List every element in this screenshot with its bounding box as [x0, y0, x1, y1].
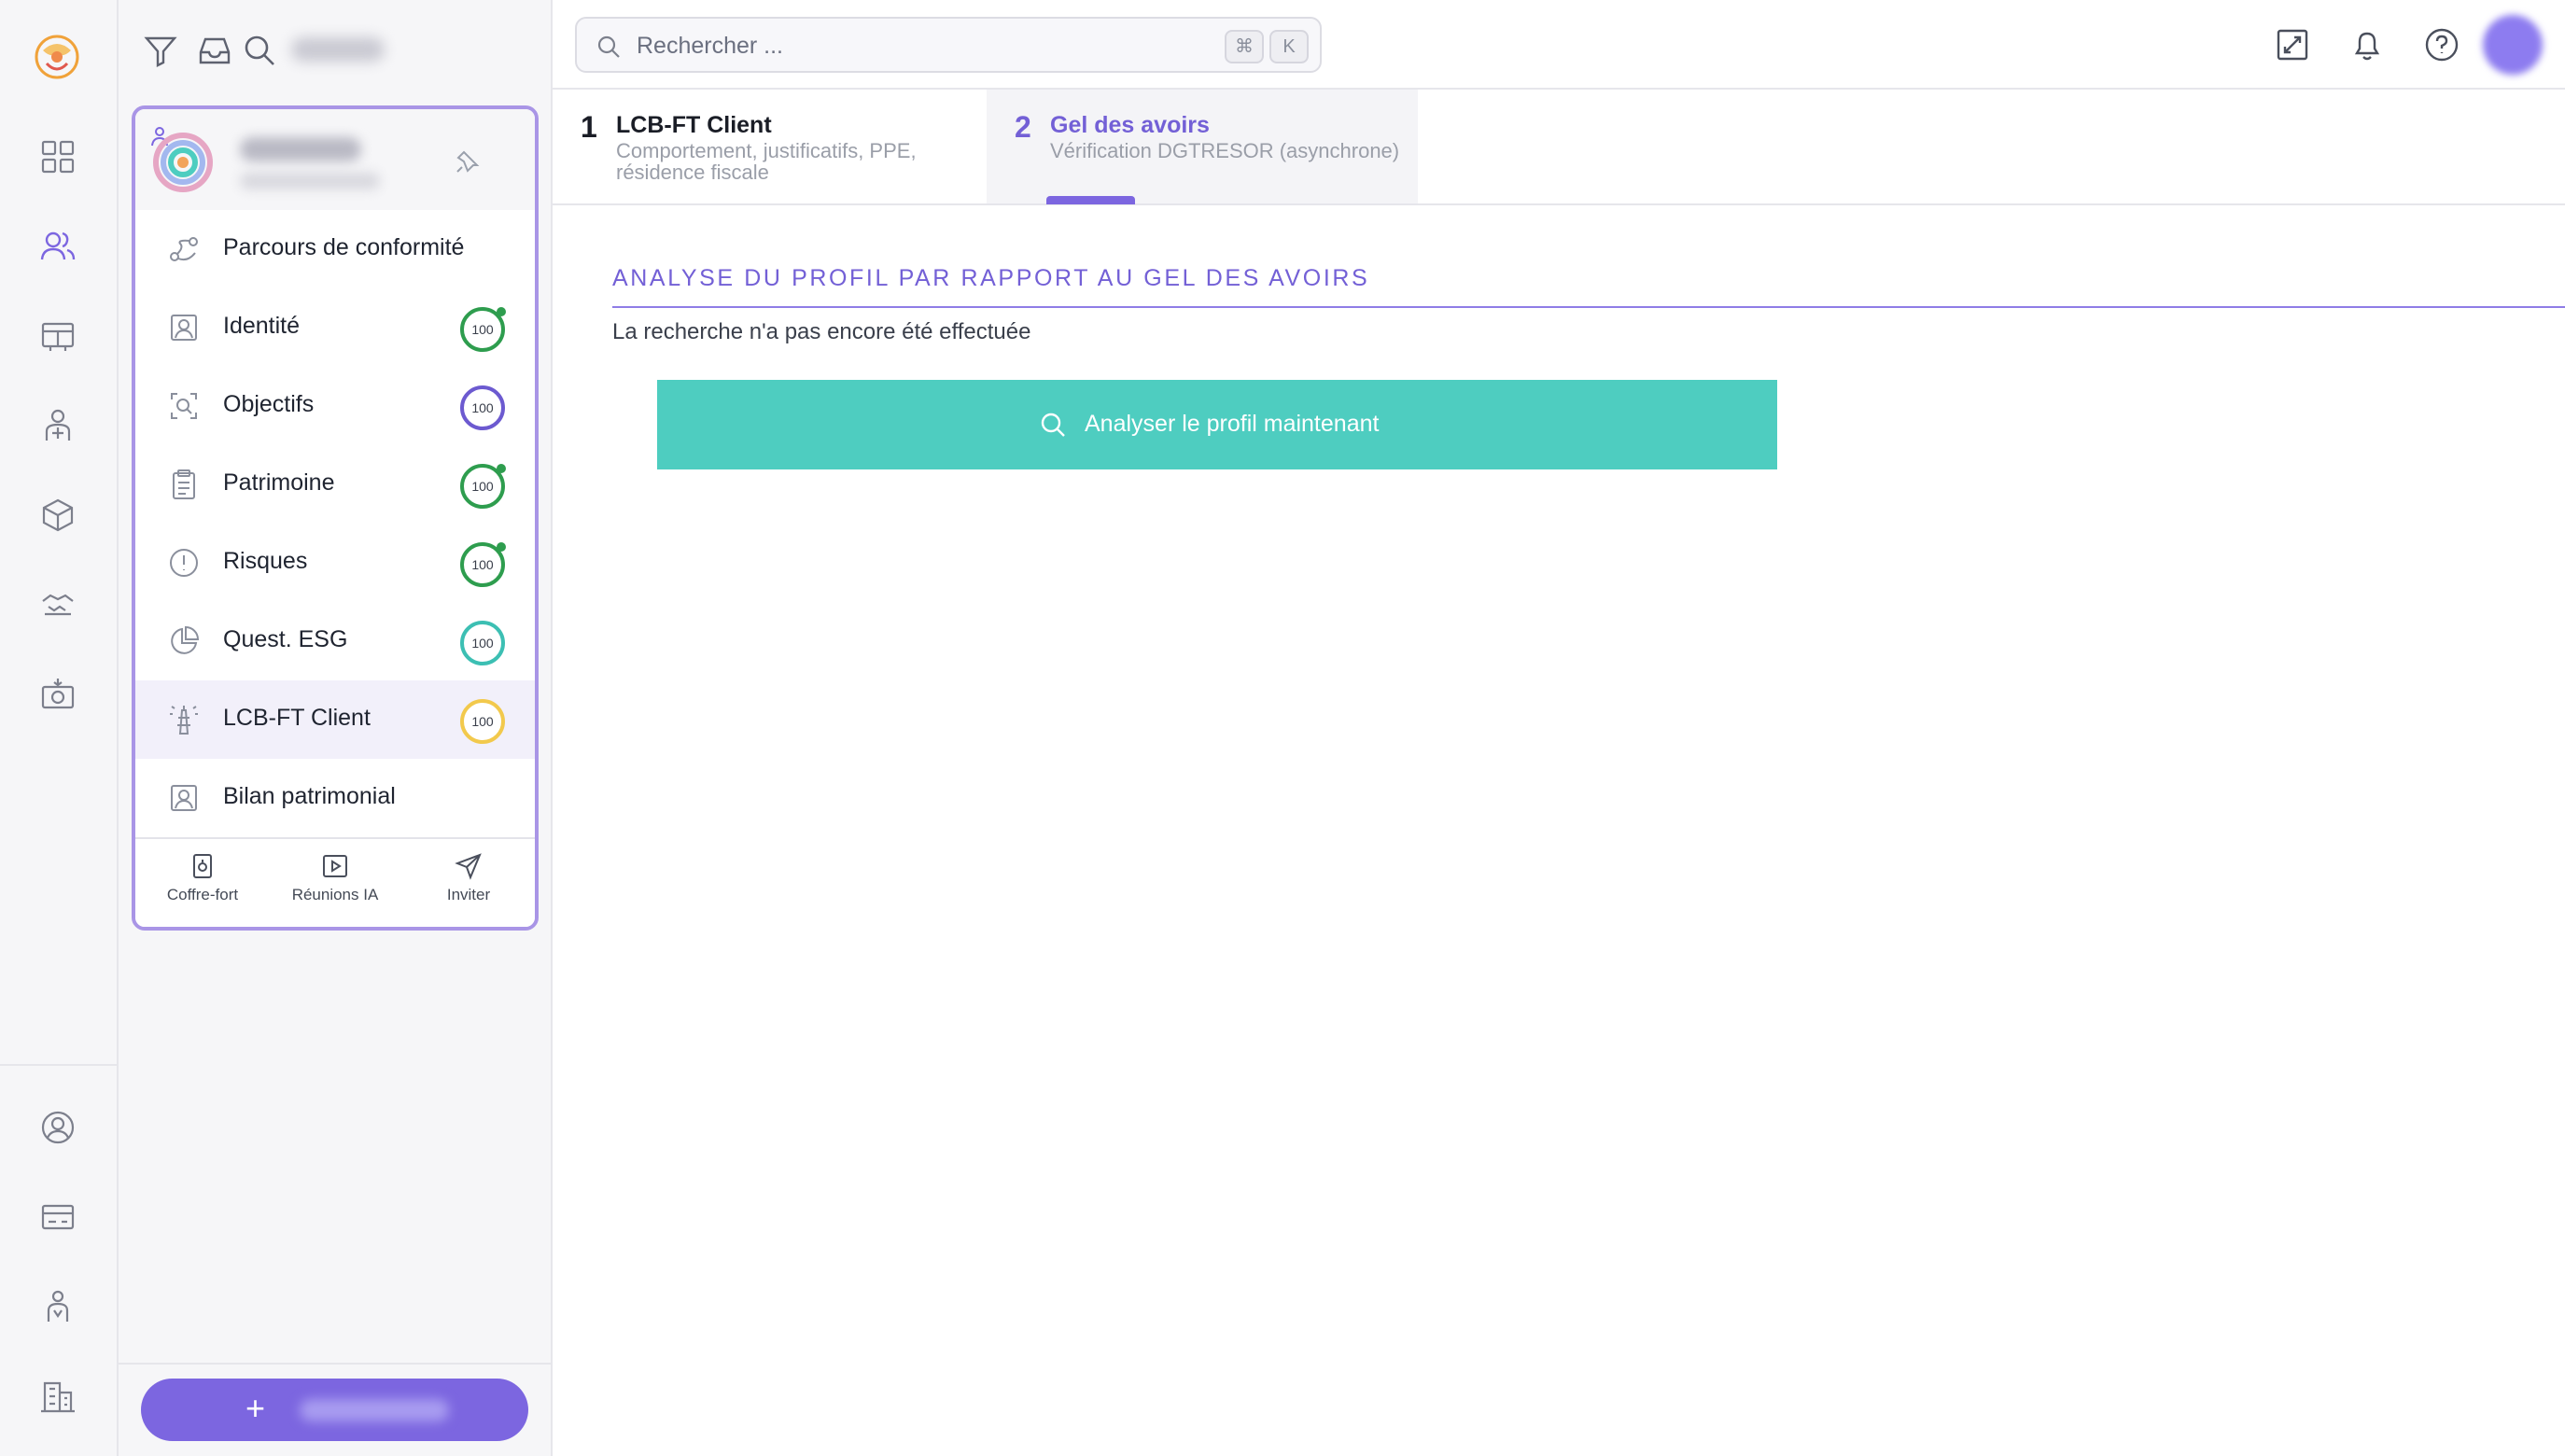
clipboard-icon — [173, 469, 195, 499]
coffre-fort-button[interactable]: Coffre-fort — [142, 852, 263, 917]
client-header[interactable] — [135, 109, 535, 210]
step-number: 2 — [1015, 110, 1031, 144]
menu-item-patrimoine[interactable]: Patrimoine 100 — [135, 445, 535, 524]
menu-label: Quest. ESG — [223, 626, 348, 652]
handshake-icon[interactable] — [39, 586, 77, 623]
active-step-indicator — [1046, 196, 1135, 204]
status-dot — [497, 542, 506, 552]
user-avatar[interactable] — [2483, 15, 2543, 75]
menu-item-esg[interactable]: Quest. ESG 100 — [135, 602, 535, 680]
menu-label: Identité — [223, 313, 301, 339]
search-icon — [597, 35, 620, 58]
expand-icon[interactable] — [2274, 26, 2311, 63]
bell-icon[interactable] — [2348, 26, 2386, 63]
step-subtitle: Comportement, justificatifs, PPE, réside… — [616, 139, 917, 184]
advisor-icon[interactable] — [39, 407, 77, 444]
menu-item-lcb-ft[interactable]: LCB-FT Client 100 — [135, 680, 535, 759]
cmd-key: ⌘ — [1225, 30, 1264, 63]
score-badge: 100 — [460, 621, 505, 665]
building-icon[interactable] — [39, 1378, 77, 1415]
search-query-redacted — [291, 37, 385, 62]
menu-label: Risques — [223, 548, 308, 574]
send-icon — [455, 853, 482, 880]
step-title: LCB-FT Client — [616, 112, 772, 138]
status-dot — [497, 307, 506, 316]
inviter-button[interactable]: Inviter — [408, 852, 529, 917]
filter-icon[interactable] — [142, 32, 179, 69]
client-avatar — [153, 133, 213, 192]
inbox-icon[interactable] — [196, 32, 233, 69]
tower-icon — [170, 706, 198, 735]
help-icon[interactable] — [2423, 26, 2460, 63]
score-badge: 100 — [460, 699, 505, 744]
footer-label: Inviter — [446, 886, 491, 903]
menu-item-identite[interactable]: Identité 100 — [135, 288, 535, 367]
app-logo[interactable] — [30, 30, 84, 84]
alert-icon — [170, 549, 198, 577]
step-lcb-ft-client[interactable]: 1 LCB-FT Client Comportement, justificat… — [553, 90, 987, 203]
menu-item-risques[interactable]: Risques 100 — [135, 524, 535, 602]
section-divider — [612, 306, 2565, 308]
search-input[interactable] — [637, 28, 1197, 63]
pie-icon — [171, 625, 200, 654]
portrait-icon — [171, 785, 197, 811]
search-icon[interactable] — [241, 32, 278, 69]
client-card-footer: Coffre-fort Réunions IA Inviter — [135, 837, 535, 927]
k-key: K — [1269, 30, 1309, 63]
board-icon[interactable] — [39, 317, 77, 355]
footer-label: Réunions IA — [291, 886, 379, 903]
dashboard-icon[interactable] — [39, 138, 77, 175]
video-icon — [323, 855, 347, 877]
app-rail — [0, 0, 119, 1456]
client-card: Parcours de conformité Identité 100 Obje… — [132, 105, 539, 931]
search-icon — [1041, 413, 1065, 437]
global-search[interactable]: ⌘ K — [575, 17, 1322, 73]
add-client-button[interactable]: + — [141, 1379, 528, 1441]
rail-divider — [0, 1064, 119, 1066]
step-title: Gel des avoirs — [1050, 112, 1210, 138]
billing-icon[interactable] — [39, 1198, 77, 1236]
team-icon[interactable] — [39, 1288, 77, 1325]
score-badge: 100 — [460, 385, 505, 430]
status-dot — [497, 464, 506, 473]
menu-item-bilan[interactable]: Bilan patrimonial — [135, 759, 535, 837]
account-icon[interactable] — [39, 1109, 77, 1146]
client-name-redacted — [240, 137, 361, 161]
step-number: 1 — [581, 110, 597, 144]
menu-item-parcours[interactable]: Parcours de conformité — [135, 210, 535, 288]
products-icon[interactable] — [39, 497, 77, 534]
route-icon — [170, 237, 198, 261]
pin-icon[interactable] — [455, 148, 481, 175]
panel-divider — [119, 1363, 553, 1365]
reunions-ia-button[interactable]: Réunions IA — [274, 852, 396, 917]
analysis-status: La recherche n'a pas encore été effectué… — [612, 319, 1031, 344]
menu-label: Parcours de conformité — [223, 234, 465, 260]
target-icon — [171, 393, 197, 419]
menu-label: Objectifs — [223, 391, 315, 417]
footer-label: Coffre-fort — [166, 886, 239, 903]
id-card-icon — [171, 315, 197, 341]
analyze-profile-button[interactable]: Analyser le profil maintenant — [657, 380, 1777, 469]
menu-label: LCB-FT Client — [223, 705, 371, 731]
step-gel-des-avoirs[interactable]: 2 Gel des avoirs Vérification DGTRESOR (… — [987, 90, 1418, 203]
add-button-label-redacted — [300, 1399, 449, 1421]
clients-icon[interactable] — [39, 228, 77, 265]
camera-icon[interactable] — [39, 676, 77, 713]
menu-item-objectifs[interactable]: Objectifs 100 — [135, 367, 535, 445]
client-subtitle-redacted — [240, 173, 380, 189]
step-subtitle: Vérification DGTRESOR (asynchrone) — [1050, 139, 1400, 162]
plus-icon: + — [245, 1389, 266, 1427]
menu-label: Patrimoine — [223, 469, 335, 496]
analyze-button-label: Analyser le profil maintenant — [1085, 411, 1380, 437]
menu-label: Bilan patrimonial — [223, 783, 396, 809]
safe-icon — [193, 854, 212, 878]
section-title: ANALYSE DU PROFIL PAR RAPPORT AU GEL DES… — [612, 265, 1370, 291]
